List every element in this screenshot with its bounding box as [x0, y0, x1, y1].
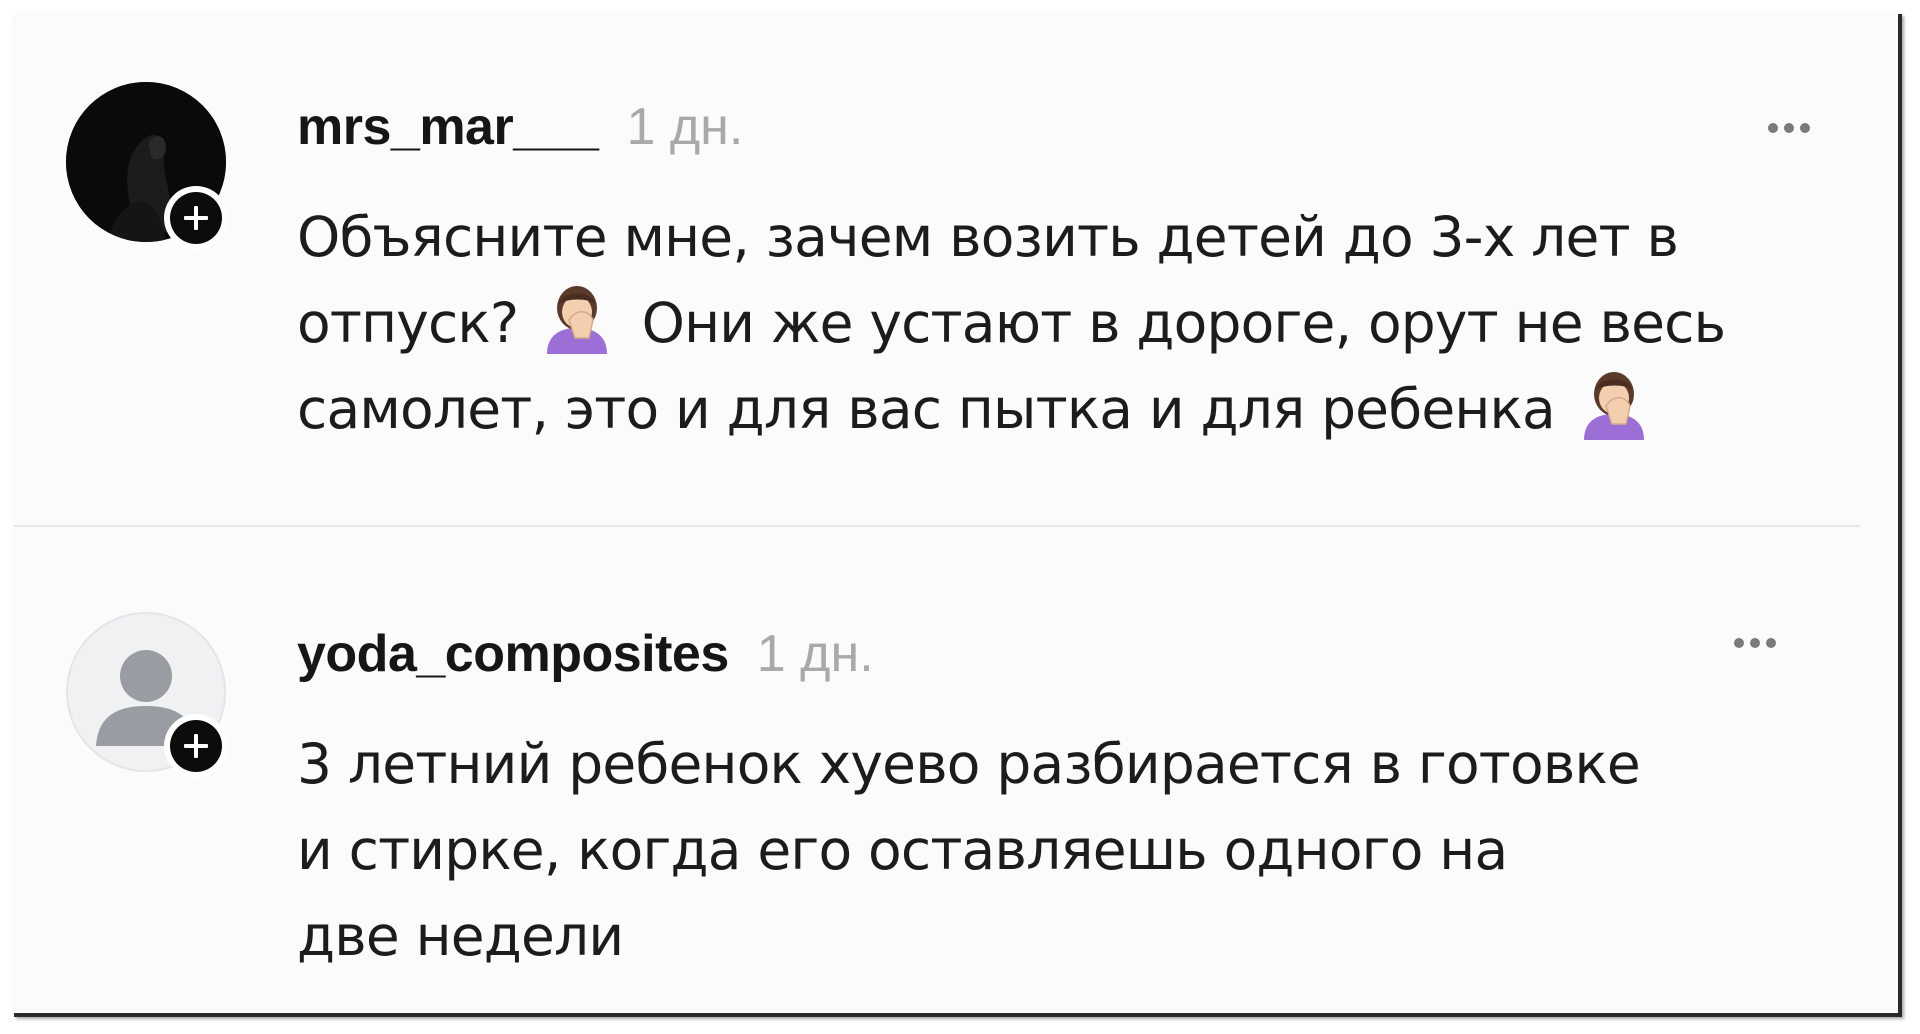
more-dot	[1750, 638, 1760, 648]
timestamp: 1 дн.	[756, 625, 874, 683]
comment-line: отпуск? Они же устают в дороге, орут не …	[297, 280, 1857, 366]
comment-text: 3 летний ребенок хуево разбирается в гот…	[297, 721, 1857, 979]
plus-icon	[170, 720, 222, 772]
timestamp: 1 дн.	[626, 98, 744, 156]
follow-button[interactable]	[164, 186, 228, 250]
comment-line: две недели	[297, 904, 624, 968]
more-options-button[interactable]	[1734, 638, 1776, 648]
more-dots-icon	[1768, 123, 1778, 133]
comment-line-text: Они же устают в дороге, орут не весь	[641, 291, 1726, 355]
face-palm-woman-emoji	[1583, 372, 1644, 440]
follow-button[interactable]	[164, 714, 228, 778]
username-link[interactable]: yoda_composites	[297, 624, 729, 684]
comment-text: Объясните мне, зачем возить детей до 3-х…	[297, 194, 1857, 452]
more-dot	[1800, 123, 1810, 133]
comment-header: mrs_mar___ 1 дн.	[297, 97, 743, 157]
plus-icon	[170, 192, 222, 244]
more-options-button[interactable]	[1768, 123, 1810, 133]
comment-line-text: отпуск?	[297, 291, 519, 355]
comments-panel: mrs_mar___ 1 дн. Объясните мне, зачем во…	[14, 14, 1902, 1017]
comment-line: самолет, это и для вас пытка и для ребен…	[297, 366, 1857, 452]
comment-line-text: самолет, это и для вас пытка и для ребен…	[297, 377, 1556, 441]
comment-line: Объясните мне, зачем возить детей до 3-х…	[297, 205, 1679, 269]
comment-item: yoda_composites 1 дн. 3 летний ребенок х…	[14, 526, 1874, 1013]
comment-item: mrs_mar___ 1 дн. Объясните мне, зачем во…	[14, 14, 1874, 524]
face-palm-woman-emoji	[546, 286, 607, 354]
comment-line: и стирке, когда его оставляешь одного на	[297, 818, 1508, 882]
comment-header: yoda_composites 1 дн.	[297, 624, 874, 684]
more-dot	[1784, 123, 1794, 133]
more-dots-icon	[1734, 638, 1744, 648]
comment-line: 3 летний ребенок хуево разбирается в гот…	[297, 732, 1641, 796]
more-dot	[1766, 638, 1776, 648]
username-link[interactable]: mrs_mar___	[297, 97, 599, 157]
